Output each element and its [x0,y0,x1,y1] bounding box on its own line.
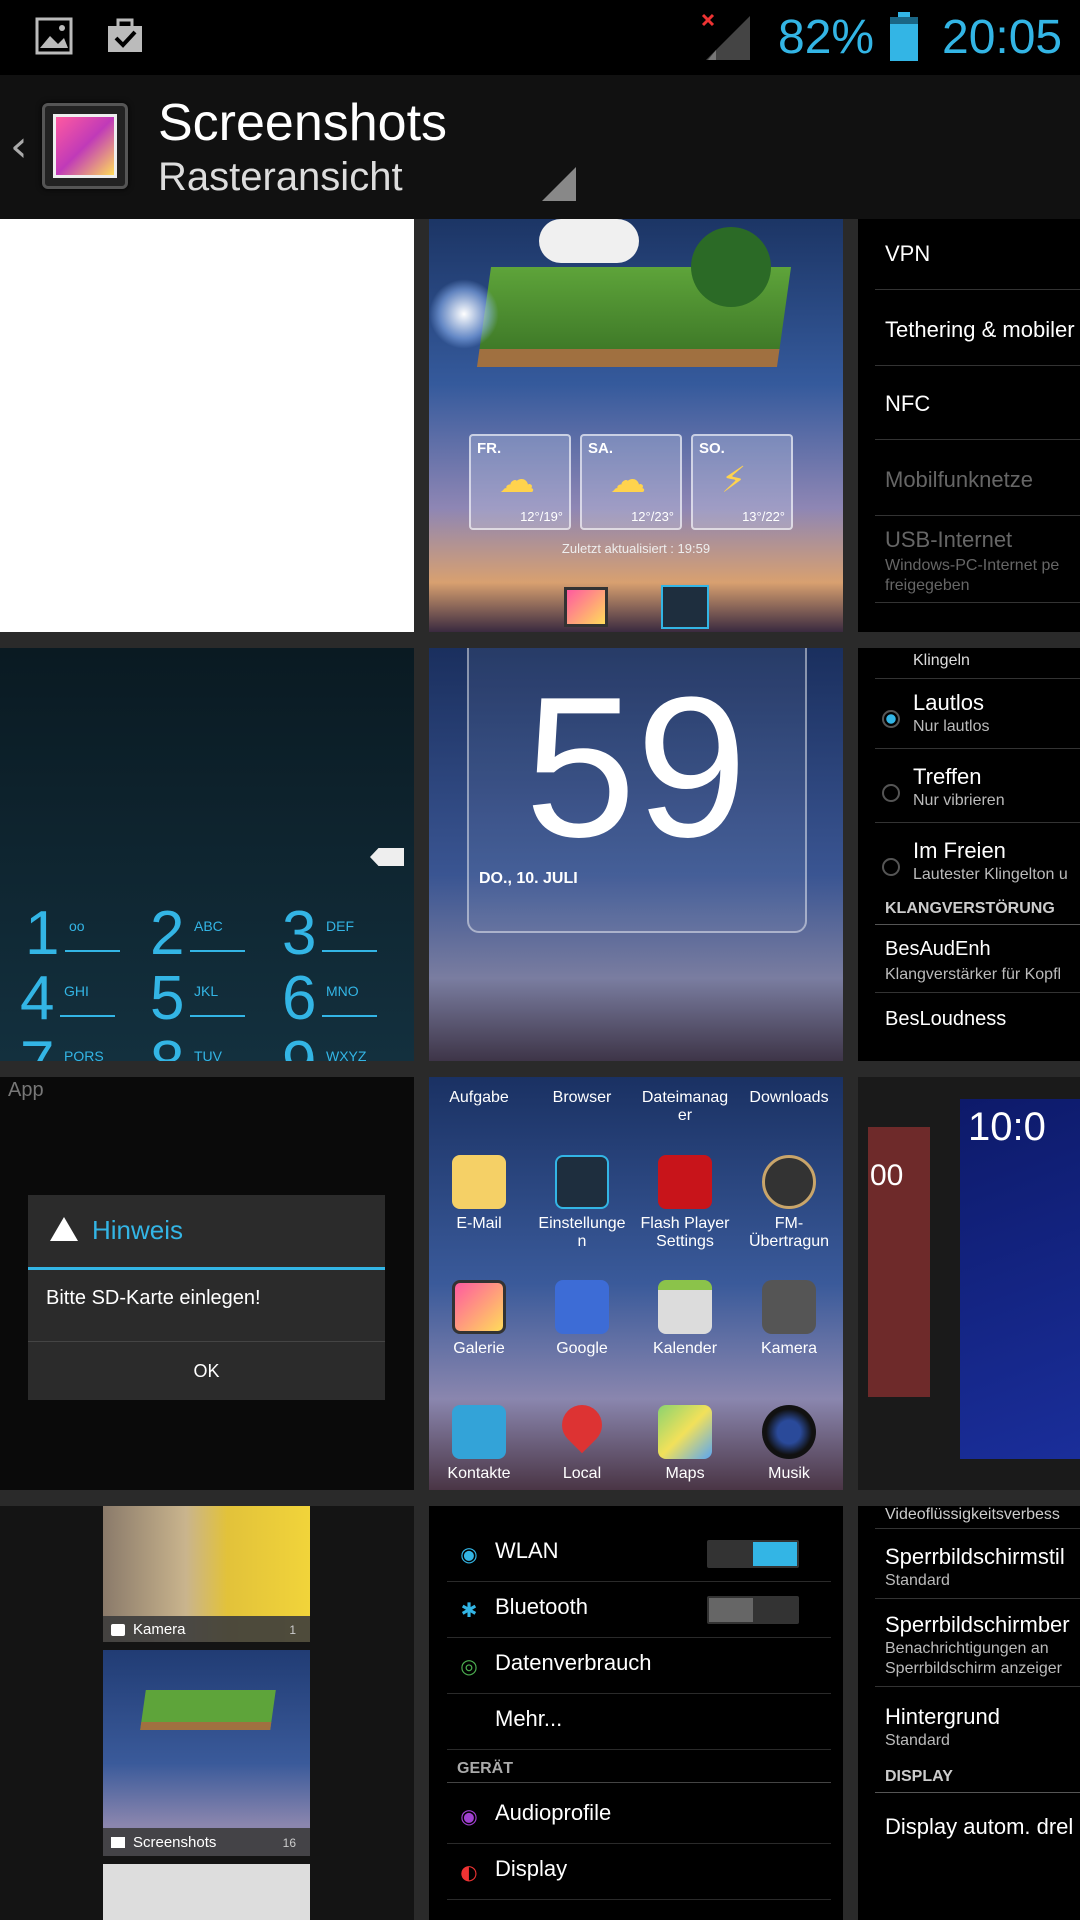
thumbnail-settings-display[interactable]: Videoflüssigkeitsverbess Sperrbildschirm… [858,1506,1080,1920]
partly-cloudy-rain-icon: ☁ [499,460,535,501]
calendar-icon [658,1280,712,1334]
fm-transmitter-icon [762,1155,816,1209]
dialog-message: Bitte SD-Karte einlegen! [46,1287,261,1309]
radio-unselected-icon [882,784,900,802]
album-screenshots: Screenshots 16 [103,1650,310,1856]
app-google: Google [532,1280,632,1358]
gallery-shortcut-icon [564,587,608,627]
lockscreen-date: DO., 10. JULI [479,870,578,887]
dialog-title: Hinweis [92,1215,184,1245]
thumbnail-audio-profiles[interactable]: Klingeln Lautlos Nur lautlos Treffen Nur… [858,648,1080,1061]
clock-time: 20:05 [942,11,1063,64]
thumbnail-grid: FR. ☁ 12°/19° SA. ☁ 12°/23° SO. ⚡ 13°/22° Zule… [0,219,1080,1920]
thumbnail-app-drawer[interactable]: Aufgabe Browser Dateimanag er Downloads … [429,1077,843,1490]
thumbnail-album-list[interactable]: Kamera 1 Screenshots 16 [0,1506,414,1920]
camera-small-icon [111,1624,125,1636]
shopping-bag-check-icon [108,18,142,52]
signal-no-connection-icon [701,13,750,60]
thumbnail-settings-main[interactable]: ◉ WLAN ✱ Bluetooth ◎ Datenverbrauch Mehr...… [429,1506,843,1920]
thunderstorm-icon: ⚡ [721,460,747,501]
app-fm: FM-Übertragun [739,1155,839,1251]
tree-crown [691,227,771,307]
email-icon [452,1155,506,1209]
sun-glow [429,279,499,349]
audio-profiles-icon: ◉ [460,1804,478,1828]
album-camera: Kamera 1 [103,1506,310,1642]
settings-icon [555,1155,609,1209]
thumbnail-lockscreen-clock[interactable]: 59 DO., 10. JULI [429,648,843,1061]
bluetooth-icon: ✱ [460,1598,478,1622]
app-label: App [8,1079,44,1101]
cloud [539,219,639,263]
bluetooth-toggle [707,1596,799,1624]
app-camera: Kamera [739,1280,839,1358]
map-pin-icon [553,1396,611,1454]
app-settings: Einstellunge n [532,1155,632,1251]
app-contacts: Kontakte [429,1405,529,1483]
battery-icon [890,12,918,61]
weather-day-card: SA. ☁ 12°/23° [580,434,682,530]
app-gallery: Galerie [429,1280,529,1358]
action-bar: ‹ Screenshots Rasteransicht [0,75,1080,219]
google-icon [555,1280,609,1334]
back-chevron-icon[interactable]: ‹ [10,121,28,172]
widget-card-main [960,1099,1080,1459]
clock-minutes: 59 [524,656,748,879]
display-icon: ◐ [460,1860,478,1884]
folder-small-icon [111,1837,125,1848]
backspace-icon [370,848,404,866]
contacts-icon [452,1405,506,1459]
thumbnail-settings-wireless[interactable]: VPN Tethering & mobiler NFC Mobilfunknet… [858,219,1080,632]
app-local: Local [532,1396,632,1483]
thumbnail-lockscreen-widgets[interactable]: 00 10:0 [858,1077,1080,1490]
flash-icon [658,1155,712,1209]
app-email: E-Mail [429,1155,529,1233]
app-flash: Flash Player Settings [635,1155,735,1251]
thumbnail-weather-homescreen[interactable]: FR. ☁ 12°/19° SA. ☁ 12°/23° SO. ⚡ 13°/22° Zule… [429,219,843,632]
app-music: Musik [739,1405,839,1483]
app-maps: Maps [635,1405,735,1483]
radio-selected-icon [882,710,900,728]
gallery-app-icon[interactable] [42,103,128,189]
gallery-icon [452,1280,506,1334]
data-usage-icon: ◎ [460,1654,478,1678]
view-mode-dropdown[interactable]: Rasteransicht [158,155,403,200]
ok-button[interactable]: OK [28,1342,385,1400]
partly-cloudy-rain-icon: ☁ [610,460,646,501]
gallery-notification-icon [35,17,73,55]
wifi-toggle [707,1540,799,1568]
thumbnail-sd-dialog[interactable]: App Hinweis Bitte SD-Karte einlegen! OK [0,1077,414,1490]
camera-icon [762,1280,816,1334]
page-title: Screenshots [158,94,448,152]
maps-icon [658,1405,712,1459]
app-calendar: Kalender [635,1280,735,1358]
radio-unselected-icon [882,858,900,876]
thumbnail-blank[interactable] [0,219,414,632]
battery-percentage: 82% [778,11,875,64]
warning-icon [50,1217,78,1241]
weather-day-card: SO. ⚡ 13°/22° [691,434,793,530]
weather-updated-text: Zuletzt aktualisiert : 19:59 [561,541,711,556]
dropdown-corner-icon[interactable] [540,165,578,203]
wifi-icon: ◉ [460,1542,478,1566]
thumbnail-dialpad[interactable]: 1oo 2ABC 3DEF 4GHI 5JKL 6MNO 7PQRS 8TUV … [0,648,414,1061]
alert-dialog: Hinweis Bitte SD-Karte einlegen! OK [28,1195,385,1400]
music-icon [762,1405,816,1459]
status-bar: 82% 20:05 [0,0,1080,75]
settings-shortcut-icon [661,585,709,629]
weather-day-card: FR. ☁ 12°/19° [469,434,571,530]
